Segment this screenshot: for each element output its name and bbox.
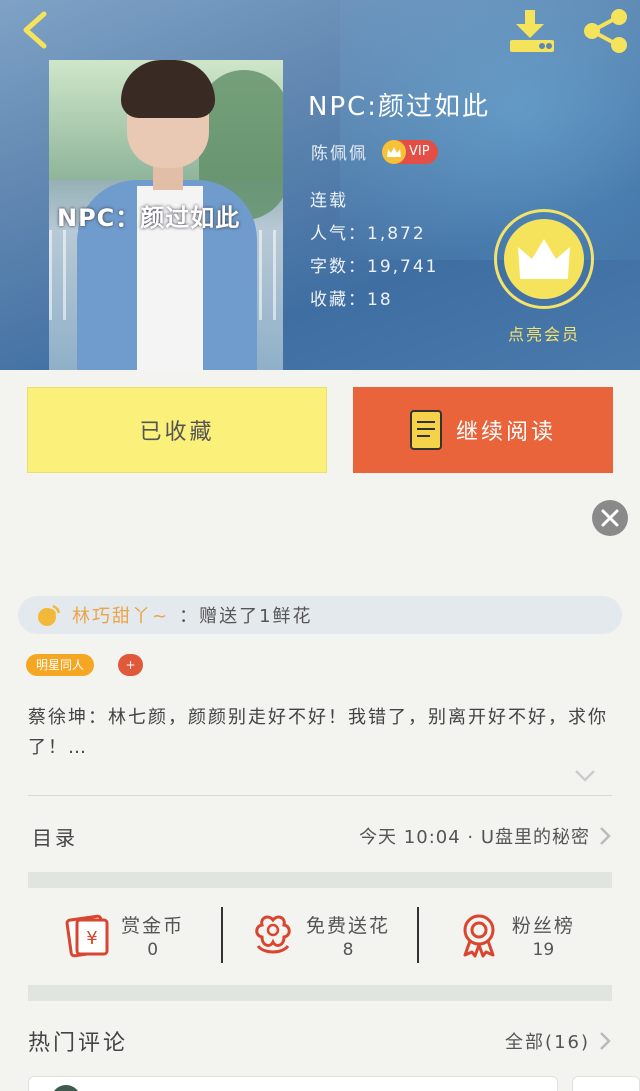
gift-notice-bar[interactable]: 林巧甜丫~ ：赠送了1鲜花 [18,596,622,634]
toc-label: 目录 [32,825,78,850]
share-icon [584,9,627,53]
book-cover-image[interactable]: NPC：颜过如此 [49,60,283,370]
all-comments-label: 全部(16) [505,1032,590,1053]
red-envelope-icon: ¥ [65,914,109,958]
comment-card[interactable] [572,1076,640,1091]
latest-chapter-text: 今天 10:04 · U盘里的秘密 [359,827,590,848]
chevron-right-icon [600,1032,611,1050]
close-icon [601,509,619,527]
status-text: 连载 [310,191,348,211]
book-header: NPC：颜过如此 NPC:颜过如此 陈佩佩 VIP 连载 人气：1,872 字数… [0,0,640,370]
gift-sender[interactable]: 林巧甜丫~ [72,602,169,628]
add-tag-button[interactable]: + [118,654,143,676]
stats-row: ¥ 赏金币 0 免费送花 8 粉丝榜 19 [28,900,612,970]
author-name[interactable]: 陈佩佩 [311,139,368,164]
free-flower-value: 8 [342,939,354,960]
svg-text:¥: ¥ [86,928,97,949]
vip-badge: VIP [382,139,438,164]
chevron-left-icon [23,11,47,49]
crown-icon [504,219,584,299]
hot-comments-title: 热门评论 [28,1031,129,1056]
back-button[interactable] [18,10,54,50]
collections-text: 收藏：18 [310,290,393,310]
favorited-label: 已收藏 [139,420,215,445]
divider [28,795,612,796]
reward-coins-button[interactable]: ¥ 赏金币 0 [28,911,221,960]
tag-genre[interactable]: 明星同人 [26,654,95,676]
ribbon-badge-icon [463,914,495,958]
broadcast-icon [38,604,61,626]
author-row: 陈佩佩 VIP [311,139,438,164]
fan-ranking-label: 粉丝榜 [511,914,575,937]
hot-comments-header: 热门评论 全部(16) [28,1016,612,1066]
section-separator [28,872,612,888]
all-comments-link[interactable]: 全部(16) [505,1028,612,1054]
comment-card[interactable] [28,1076,558,1091]
popularity-text: 人气：1,872 [310,224,426,244]
favorited-button[interactable]: 已收藏 [27,387,327,473]
flower-icon [255,915,291,954]
vip-label: VIP [409,144,430,159]
member-label[interactable]: 点亮会员 [494,321,594,345]
download-icon [510,10,554,52]
continue-reading-label: 继续阅读 [455,420,556,445]
section-separator [28,985,612,1001]
continue-reading-button[interactable]: 继续阅读 [353,387,613,473]
fan-ranking-value: 19 [532,939,555,960]
close-button[interactable] [592,500,628,536]
free-flower-button[interactable]: 免费送花 8 [223,911,416,960]
share-button[interactable] [580,8,630,54]
book-icon [409,410,442,450]
book-title: NPC:颜过如此 [308,92,491,122]
latest-chapter: 今天 10:04 · U盘里的秘密 [359,823,612,849]
crown-icon [382,139,406,164]
cover-title-text: NPC：颜过如此 [57,204,241,232]
download-button[interactable] [508,8,556,54]
avatar[interactable] [51,1085,81,1091]
word-count-text: 字数：19,741 [310,257,439,277]
reward-coins-label: 赏金币 [121,914,185,937]
reward-coins-value: 0 [147,939,159,960]
chevron-right-icon [600,827,611,845]
chevron-down-icon[interactable] [574,768,596,784]
fan-ranking-button[interactable]: 粉丝榜 19 [419,911,612,960]
synopsis-text[interactable]: 蔡徐坤：林七颜，颜颜别走好不好！我错了，别离开好不好，求你了！… [28,703,610,763]
table-of-contents-row[interactable]: 目录 今天 10:04 · U盘里的秘密 [28,806,612,866]
member-button[interactable] [494,209,594,309]
gift-text: ：赠送了1鲜花 [179,606,313,627]
free-flower-label: 免费送花 [305,914,390,937]
